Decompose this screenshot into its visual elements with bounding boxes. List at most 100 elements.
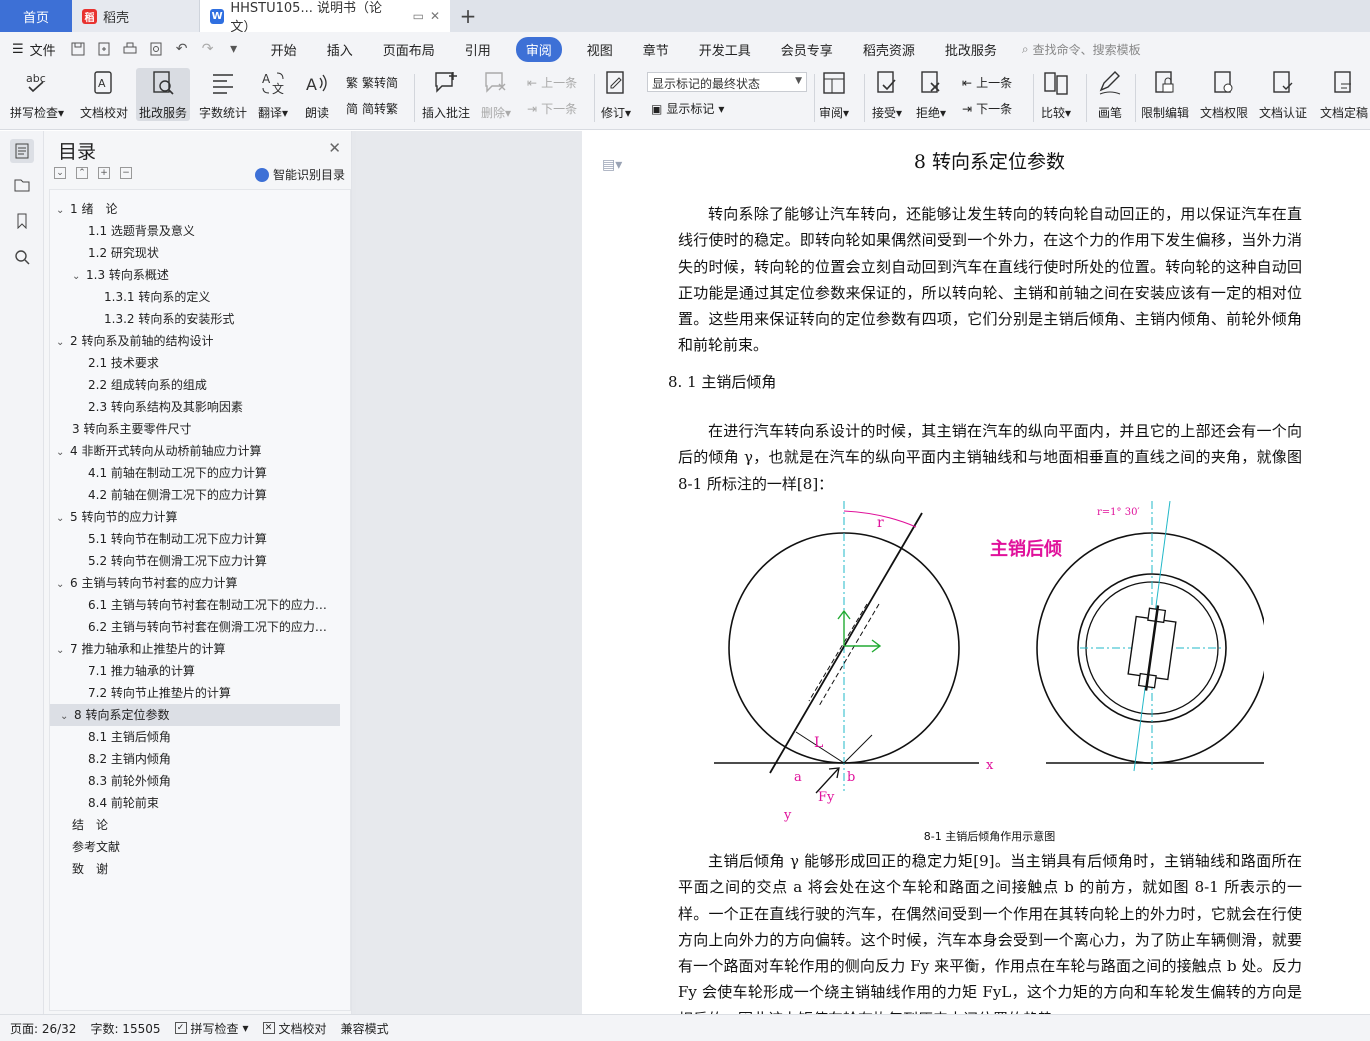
proofread-toggle[interactable]: ✕ 文档校对 — [262, 1020, 327, 1037]
translate-button[interactable]: A文 翻译▾ — [258, 68, 288, 121]
window-icon[interactable]: ▭ — [413, 9, 424, 23]
smart-toc-button[interactable]: 智能识别目录 — [254, 166, 345, 183]
tab-document[interactable]: W HHSTU105... 说明书（论文） ▭ ✕ — [200, 0, 450, 35]
menu-tab-home[interactable]: 开始 — [271, 38, 297, 61]
chevron-down-icon[interactable]: ⌄ — [56, 574, 70, 594]
toc-item[interactable]: 2.1 技术要求 — [88, 352, 342, 374]
delete-comment-button[interactable]: 删除▾ — [481, 68, 511, 121]
tab-home[interactable]: 首页 — [0, 0, 72, 32]
insert-comment-button[interactable]: 插入批注 — [422, 68, 470, 121]
toc-item[interactable]: ⌄ 6 主销与转向节衬套的应力计算 — [56, 572, 342, 594]
toc-item[interactable]: ⌄ 4 非断开式转向从动桥前轴应力计算 — [56, 440, 342, 462]
command-search[interactable]: ⌕ 查找命令、搜索模板 — [1022, 41, 1141, 58]
menu-tab-member[interactable]: 会员专享 — [781, 38, 833, 61]
doc-final-button[interactable]: 文档定稿 — [1320, 68, 1368, 121]
menu-tab-chapter[interactable]: 章节 — [643, 38, 669, 61]
doc-cert-button[interactable]: 文档认证 — [1259, 68, 1307, 121]
file-menu[interactable]: ☰ 文件 — [12, 40, 56, 59]
trad-to-simp-button[interactable]: 繁繁转简 — [346, 74, 398, 91]
toc-item[interactable]: 5.1 转向节在制动工况下应力计算 — [88, 528, 342, 550]
more-dropdown-icon[interactable]: ▾ — [226, 41, 242, 57]
menu-tab-insert[interactable]: 插入 — [327, 38, 353, 61]
toc-item[interactable]: 1.3.2 转向系的安装形式 — [104, 308, 342, 330]
review-pane-button[interactable]: 审阅▾ — [819, 68, 849, 121]
toc-item[interactable]: 6.2 主销与转向节衬套在侧滑工况下的应力… — [88, 616, 342, 638]
chevron-down-icon[interactable]: ⌄ — [56, 640, 70, 660]
toc-item[interactable]: 参考文献 — [72, 836, 342, 858]
toc-item[interactable]: 1.1 选题背景及意义 — [88, 220, 342, 242]
chevron-down-icon[interactable]: ⌄ — [56, 200, 70, 220]
chapter-icon[interactable] — [10, 173, 34, 197]
bookmark-icon[interactable] — [10, 209, 34, 233]
toc-item[interactable]: 6.1 主销与转向节衬套在制动工况下的应力… — [88, 594, 342, 616]
toc-item[interactable]: 2.2 组成转向系的组成 — [88, 374, 342, 396]
toc-item[interactable]: 4.2 前轴在侧滑工况下的应力计算 — [88, 484, 342, 506]
read-aloud-button[interactable]: A 朗读 — [302, 68, 332, 121]
chevron-down-icon[interactable]: ⌄ — [56, 442, 70, 462]
toc-item[interactable]: 4.1 前轴在制动工况下的应力计算 — [88, 462, 342, 484]
prev-change-button[interactable]: ⇤ 上一条 — [962, 74, 1012, 91]
toc-icon[interactable] — [10, 139, 34, 163]
word-count[interactable]: 字数: 15505 — [90, 1020, 160, 1037]
markup-mode-select[interactable]: 显示标记的最终状态 ▼ — [647, 72, 807, 92]
expand-all-icon[interactable]: ⌃ — [76, 167, 88, 179]
toc-item[interactable]: 7.2 转向节止推垫片的计算 — [88, 682, 342, 704]
doc-permission-button[interactable]: 文档权限 — [1200, 68, 1248, 121]
toc-item[interactable]: ⌄ 1 绪 论 — [56, 198, 342, 220]
reject-button[interactable]: 拒绝▾ — [916, 68, 946, 121]
page-indicator[interactable]: 页面: 26/32 — [10, 1020, 76, 1037]
new-tab-icon[interactable]: + — [450, 0, 486, 32]
print-icon[interactable] — [122, 41, 138, 57]
chevron-down-icon[interactable]: ⌄ — [72, 266, 86, 286]
restrict-editing-button[interactable]: 限制编辑 — [1141, 68, 1189, 121]
chevron-down-icon[interactable]: ⌄ — [56, 332, 70, 352]
accept-button[interactable]: 接受▾ — [872, 68, 902, 121]
toc-item[interactable]: 结 论 — [72, 814, 342, 836]
toc-item[interactable]: ⌄ 8 转向系定位参数 — [50, 704, 340, 726]
menu-tab-references[interactable]: 引用 — [465, 38, 491, 61]
pen-button[interactable]: 画笔 — [1095, 68, 1125, 121]
menu-tab-review-service[interactable]: 批改服务 — [945, 38, 997, 61]
redo-icon[interactable]: ↷ — [200, 41, 216, 57]
print-preview-icon[interactable] — [148, 41, 164, 57]
tab-docer[interactable]: 稻 稻壳 — [72, 0, 200, 32]
menu-tab-docer-resources[interactable]: 稻壳资源 — [863, 38, 915, 61]
save-icon[interactable] — [70, 41, 86, 57]
undo-icon[interactable]: ↶ — [174, 41, 190, 57]
close-icon[interactable]: ✕ — [328, 139, 341, 157]
doc-proofread-button[interactable]: A 文档校对 — [80, 68, 128, 121]
search-icon[interactable] — [10, 245, 34, 269]
simp-to-trad-button[interactable]: 简简转繁 — [346, 100, 398, 117]
toc-item[interactable]: ⌄ 1.3 转向系概述 — [72, 264, 342, 286]
menu-tab-layout[interactable]: 页面布局 — [383, 38, 435, 61]
toc-item[interactable]: 7.1 推力轴承的计算 — [88, 660, 342, 682]
toc-item[interactable]: ⌄ 2 转向系及前轴的结构设计 — [56, 330, 342, 352]
spellcheck-button[interactable]: abc 拼写检查▾ — [10, 68, 64, 121]
menu-tab-review[interactable]: 审阅 — [515, 36, 562, 62]
next-change-button[interactable]: ⇥ 下一条 — [962, 100, 1012, 117]
chevron-down-icon[interactable]: ⌄ — [60, 706, 74, 726]
toc-item[interactable]: 致 谢 — [72, 858, 342, 880]
toc-item[interactable]: 8.4 前轮前束 — [88, 792, 342, 814]
track-changes-button[interactable]: 修订▾ — [601, 68, 631, 121]
toc-item[interactable]: 8.3 前轮外倾角 — [88, 770, 342, 792]
prev-comment-button[interactable]: ⇤ 上一条 — [527, 74, 577, 91]
spellcheck-toggle[interactable]: ✓ 拼写检查 ▾ — [174, 1020, 249, 1037]
menu-tab-developer[interactable]: 开发工具 — [699, 38, 751, 61]
review-service-button[interactable]: 批改服务 — [136, 68, 191, 121]
add-level-icon[interactable]: + — [98, 167, 110, 179]
document-page[interactable]: ▤▾ 8 转向系定位参数 转向系除了能够让汽车转向，还能够让发生转向的转向轮自动… — [582, 131, 1370, 1014]
toc-item[interactable]: ⌄ 5 转向节的应力计算 — [56, 506, 342, 528]
toc-item[interactable]: ⌄ 7 推力轴承和止推垫片的计算 — [56, 638, 342, 660]
next-comment-button[interactable]: ⇥ 下一条 — [527, 100, 577, 117]
chevron-down-icon[interactable]: ⌄ — [56, 508, 70, 528]
toc-item[interactable]: 1.2 研究现状 — [88, 242, 342, 264]
toc-item[interactable]: 1.3.1 转向系的定义 — [104, 286, 342, 308]
toc-item[interactable]: 8.2 主销内倾角 — [88, 748, 342, 770]
toc-item[interactable]: 2.3 转向系结构及其影响因素 — [88, 396, 342, 418]
toc-item[interactable]: 3 转向系主要零件尺寸 — [72, 418, 342, 440]
toc-item[interactable]: 8.1 主销后倾角 — [88, 726, 342, 748]
word-count-button[interactable]: 字数统计 — [199, 68, 247, 121]
close-tab-icon[interactable]: ✕ — [430, 9, 440, 23]
menu-tab-view[interactable]: 视图 — [587, 38, 613, 61]
